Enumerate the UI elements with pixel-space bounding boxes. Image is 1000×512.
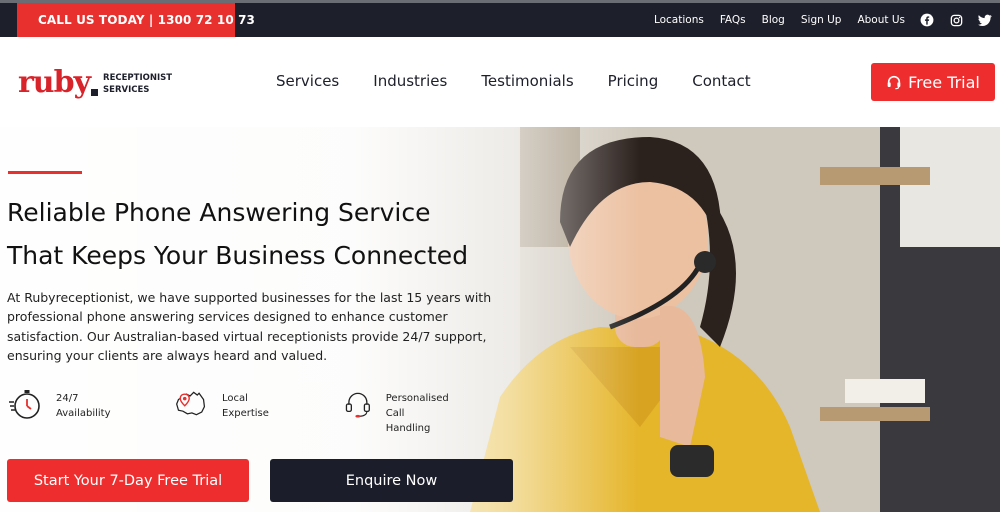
enquire-now-button[interactable]: Enquire Now	[270, 459, 513, 502]
headset-icon	[345, 392, 370, 418]
feature-item-local: Local Expertise	[174, 387, 269, 421]
top-bar: CALL US TODAY | 1300 72 10 73 Locations …	[0, 0, 1000, 37]
call-us-label: CALL US TODAY | 1300 72 10 73	[38, 13, 255, 27]
free-trial-label: Free Trial	[908, 72, 980, 92]
logo-wordmark: ruby	[18, 65, 91, 100]
top-link-faqs[interactable]: FAQs	[720, 14, 746, 26]
main-nav: Services Industries Testimonials Pricing…	[276, 72, 785, 90]
feature-item-availability: 24/7 Availability	[8, 387, 111, 421]
twitter-icon[interactable]	[978, 13, 992, 27]
facebook-icon[interactable]	[920, 13, 934, 27]
nav-item-testimonials[interactable]: Testimonials	[481, 72, 573, 90]
australia-map-icon	[176, 391, 206, 416]
feature-label-personalised: Personalised Call Handling	[385, 393, 449, 434]
headset-icon	[887, 75, 901, 90]
top-link-blog[interactable]: Blog	[762, 14, 785, 26]
hero-accent-rule	[8, 171, 82, 174]
ruby-logo[interactable]: ruby RECEPTIONIST SERVICES	[18, 68, 172, 98]
feature-item-personalised: Personalised Call Handling	[344, 387, 455, 436]
stopwatch-icon	[9, 390, 40, 419]
hero-headline-line-2: That Keeps Your Business Connected	[7, 241, 469, 270]
start-free-trial-button[interactable]: Start Your 7-Day Free Trial	[7, 459, 249, 502]
nav-item-industries[interactable]: Industries	[373, 72, 447, 90]
top-links: Locations FAQs Blog Sign Up About Us	[638, 3, 1000, 37]
hero-section: Reliable Phone Answering Service That Ke…	[0, 127, 1000, 512]
hero-intro: At Rubyreceptionist, we have supported b…	[7, 290, 492, 363]
nav-item-pricing[interactable]: Pricing	[608, 72, 659, 90]
top-link-about-us[interactable]: About Us	[857, 14, 905, 26]
hero-headline: Reliable Phone Answering Service That Ke…	[7, 191, 567, 277]
call-us-button[interactable]: CALL US TODAY | 1300 72 10 73	[17, 3, 255, 37]
free-trial-button[interactable]: Free Trial	[871, 63, 995, 101]
nav-item-services[interactable]: Services	[276, 72, 339, 90]
feature-label-availability: 24/7 Availability	[56, 393, 111, 419]
instagram-icon[interactable]	[949, 13, 963, 27]
nav-item-contact[interactable]: Contact	[692, 72, 750, 90]
top-link-sign-up[interactable]: Sign Up	[801, 14, 842, 26]
logo-dot	[91, 89, 99, 96]
top-link-locations[interactable]: Locations	[654, 14, 704, 26]
hero-headline-line-1: Reliable Phone Answering Service	[7, 198, 431, 227]
feature-label-local: Local Expertise	[222, 393, 269, 419]
main-header: ruby RECEPTIONIST SERVICES Services Indu…	[0, 37, 1000, 127]
logo-subtitle: RECEPTIONIST SERVICES	[103, 73, 173, 95]
